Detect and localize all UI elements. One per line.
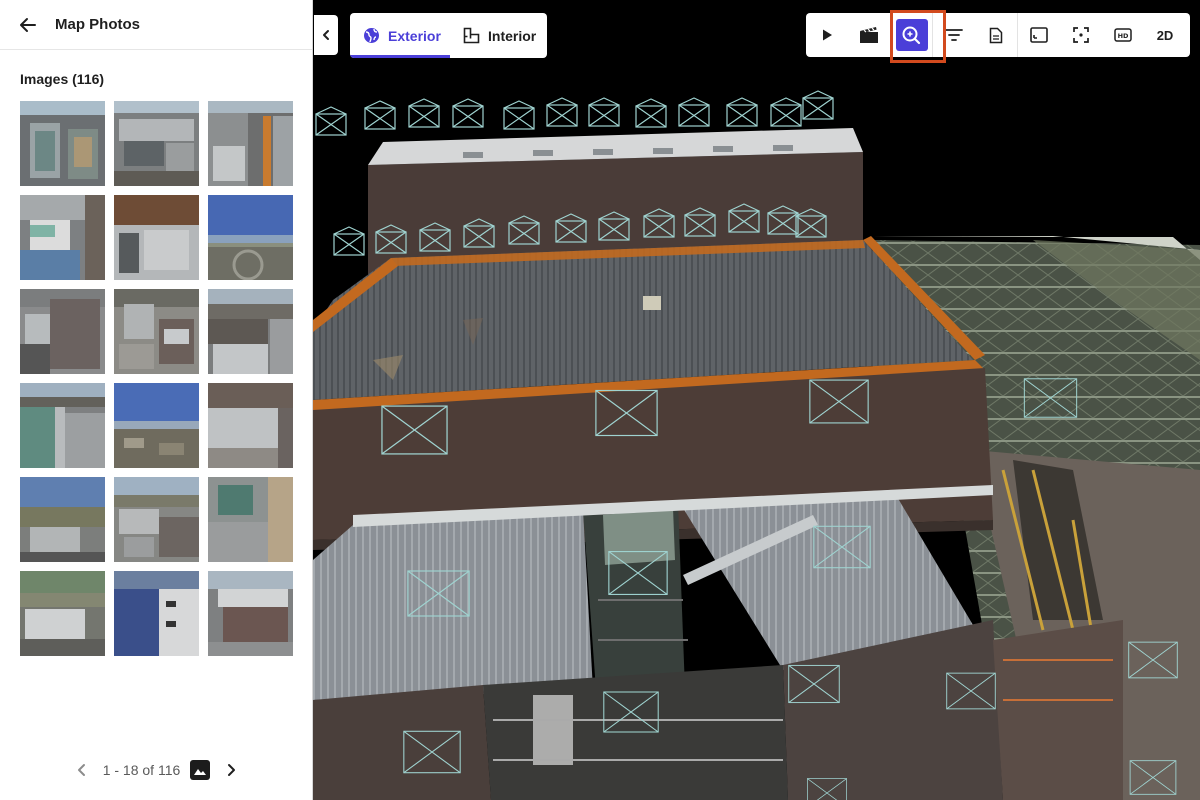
photo-thumbnail[interactable] [114, 289, 199, 374]
back-button[interactable] [16, 13, 40, 37]
tab-interior[interactable]: Interior [450, 13, 547, 58]
inspect-button[interactable] [890, 13, 932, 57]
chevron-right-icon [228, 764, 236, 776]
photo-thumbnail[interactable] [208, 101, 293, 186]
globe-icon [363, 27, 380, 44]
chevron-left-icon [77, 764, 85, 776]
2d-label: 2D [1156, 27, 1174, 43]
arrow-left-icon [20, 17, 36, 32]
focus-icon [1073, 27, 1089, 43]
tab-exterior[interactable]: Exterior [350, 13, 450, 58]
photo-thumbnail[interactable] [20, 195, 105, 280]
photo-thumbnail[interactable] [208, 571, 293, 656]
filter-icon [945, 29, 963, 41]
previous-page-button[interactable] [69, 757, 95, 783]
image-view-toggle[interactable] [190, 760, 211, 780]
panel-title: Map Photos [55, 16, 140, 33]
viewer-toolbar: HD 2D [806, 13, 1190, 57]
hd-icon: HD [1114, 28, 1132, 42]
view-mode-tabs: Exterior Interior [350, 13, 547, 58]
hd-button[interactable]: HD [1102, 13, 1144, 57]
photo-thumbnail[interactable] [114, 477, 199, 562]
photo-thumbnail[interactable] [114, 571, 199, 656]
photo-thumbnail[interactable] [20, 571, 105, 656]
focus-button[interactable] [1060, 13, 1102, 57]
document-icon [989, 27, 1003, 43]
chevron-left-icon [323, 30, 329, 40]
tab-exterior-label: Exterior [388, 27, 441, 44]
collapse-panel-button[interactable] [314, 15, 338, 55]
play-icon [823, 29, 832, 41]
page-range: 1 - 18 of 116 [102, 762, 181, 778]
play-button[interactable] [806, 13, 848, 57]
photo-thumbnail[interactable] [208, 383, 293, 468]
map-photos-panel: Map Photos Images (116) 1 - 18 of 116 [0, 0, 313, 800]
building-model-render [313, 90, 1200, 800]
3d-map-viewer[interactable] [313, 0, 1200, 800]
app: Map Photos Images (116) 1 - 18 of 116 Ex… [0, 0, 1200, 800]
photo-thumbnail[interactable] [20, 101, 105, 186]
clapperboard-icon [860, 27, 878, 43]
photo-thumbnail[interactable] [20, 477, 105, 562]
photo-thumbnail[interactable] [208, 289, 293, 374]
photo-thumbnail[interactable] [208, 195, 293, 280]
report-button[interactable] [975, 13, 1017, 57]
thumbnail-grid [20, 101, 294, 656]
tab-interior-label: Interior [488, 27, 537, 44]
panel-header: Map Photos [0, 0, 312, 50]
floorplan-icon [463, 27, 480, 44]
svg-text:HD: HD [1118, 32, 1129, 40]
image-icon [194, 769, 207, 775]
photo-thumbnail[interactable] [114, 101, 199, 186]
next-page-button[interactable] [218, 757, 244, 783]
photo-thumbnail[interactable] [20, 383, 105, 468]
photo-thumbnail[interactable] [114, 195, 199, 280]
photo-thumbnail[interactable] [114, 383, 199, 468]
2d-view-button[interactable]: 2D [1144, 13, 1186, 57]
filter-button[interactable] [933, 13, 975, 57]
frame-icon [1030, 27, 1048, 43]
video-button[interactable] [848, 13, 890, 57]
zoom-in-icon [902, 26, 921, 45]
picture-in-picture-button[interactable] [1018, 13, 1060, 57]
pagination: 1 - 18 of 116 [0, 756, 313, 784]
photo-thumbnail[interactable] [20, 289, 105, 374]
images-heading: Images (116) [20, 71, 105, 87]
photo-thumbnail[interactable] [208, 477, 293, 562]
